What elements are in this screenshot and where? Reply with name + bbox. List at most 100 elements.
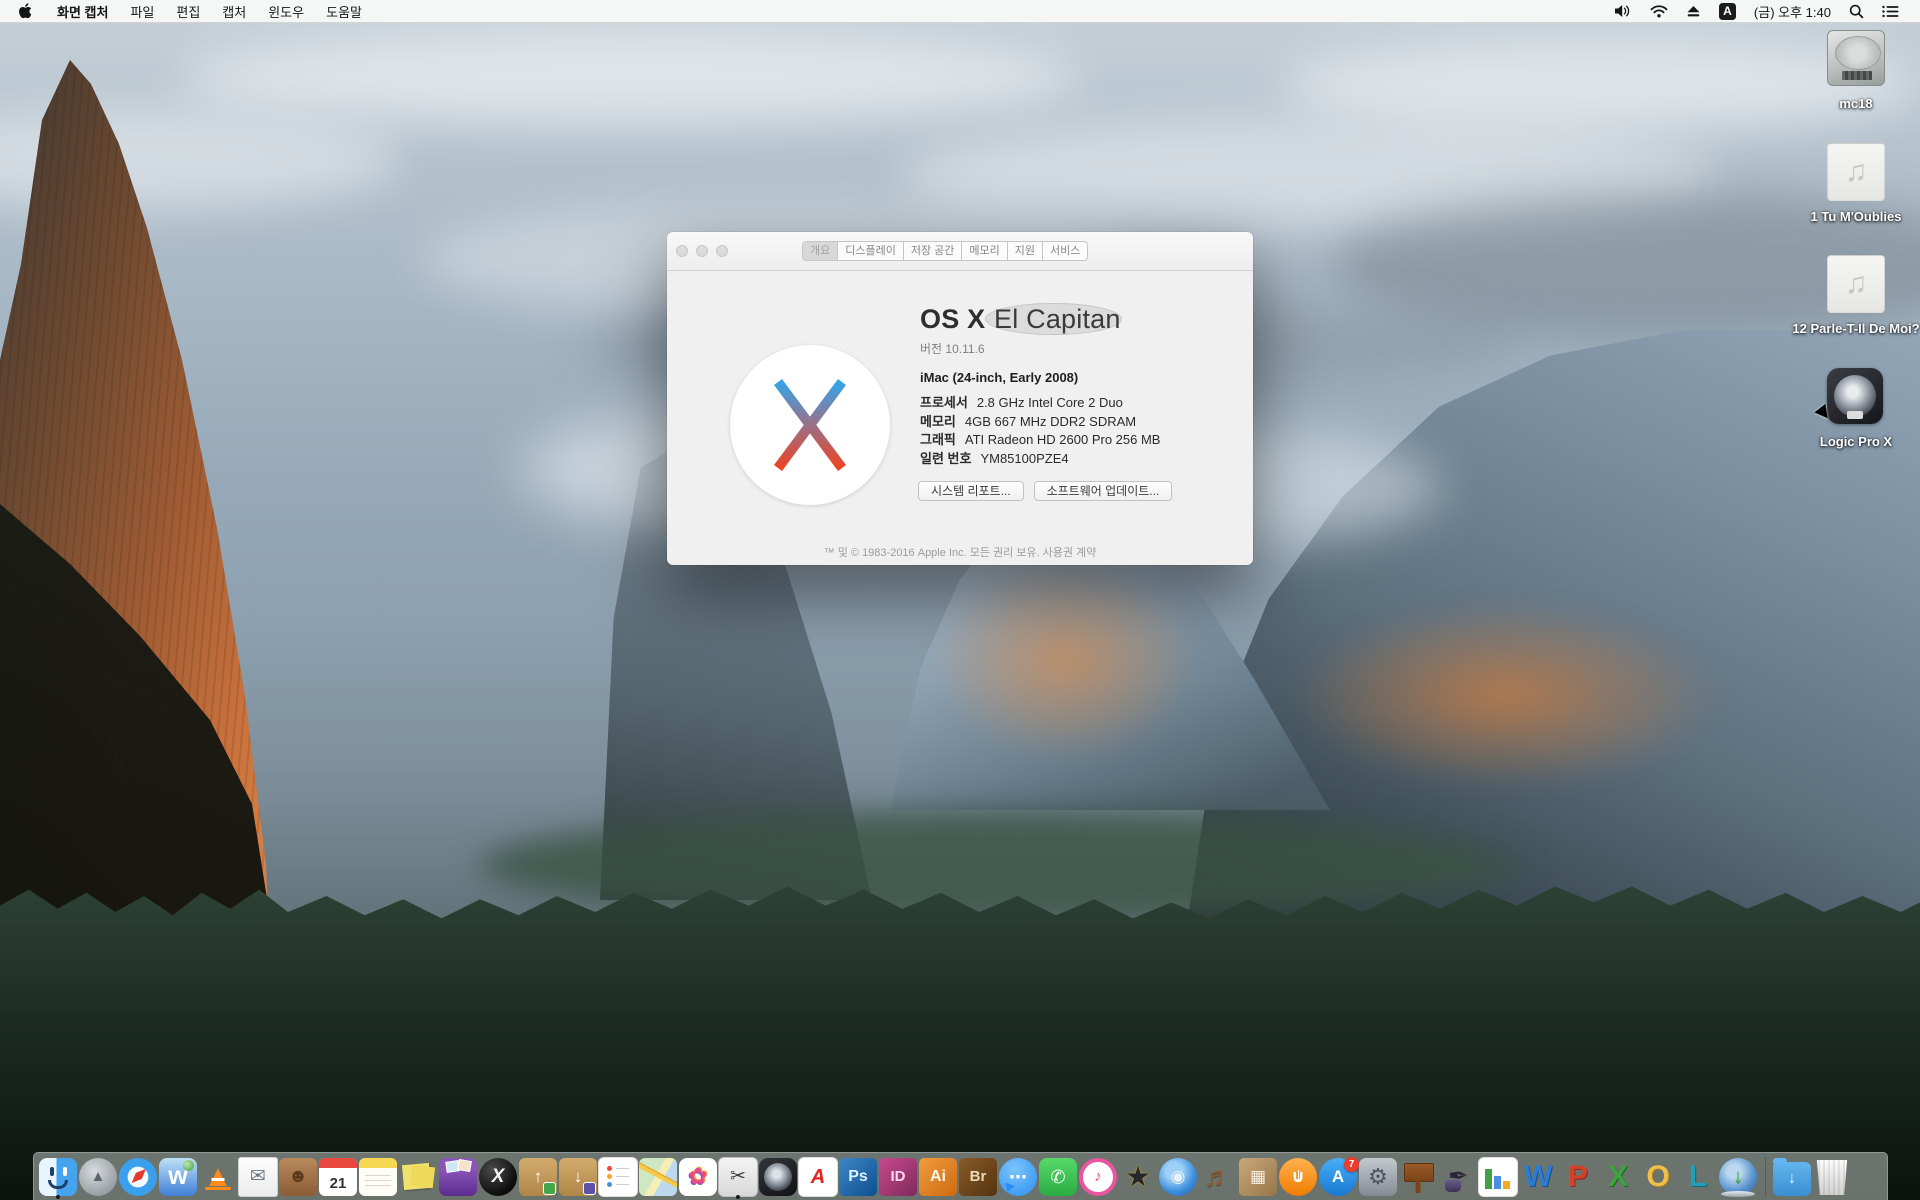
menu-item-help-menu[interactable]: 도움말 — [315, 0, 373, 22]
volume-icon — [1614, 4, 1632, 18]
dock-messages-icon[interactable]: ⋯ — [998, 1154, 1038, 1200]
menu-item-app-menu[interactable]: 화면 캡처 — [46, 0, 119, 22]
dock-idvd-icon[interactable]: ◉ — [1158, 1154, 1198, 1200]
cursor-arrow-icon — [1814, 404, 1837, 428]
copyright-text: ™ 및 © 1983-2016 Apple Inc. 모든 권리 보유. 사용권… — [667, 544, 1253, 560]
menu-bar: 화면 캡처파일편집캡처윈도우도움말 — [0, 0, 1920, 23]
spec-label: 메모리 — [920, 414, 956, 429]
menu-item-capture-menu[interactable]: 캡처 — [211, 0, 257, 22]
tab-storage[interactable]: 저장 공간 — [904, 242, 963, 260]
dock-trash-icon[interactable] — [1812, 1154, 1852, 1200]
tab-overview[interactable]: 개요 — [803, 242, 838, 260]
dock-lync-icon[interactable]: L — [1678, 1154, 1718, 1200]
dock-garageband-icon[interactable]: ♬ — [1198, 1154, 1238, 1200]
dock-logic-pro-icon[interactable] — [758, 1154, 798, 1200]
input-source-badge: A — [1719, 3, 1736, 20]
search-icon — [1849, 4, 1864, 19]
audio-icon: ♫ — [1826, 255, 1886, 313]
dock-keynote-icon[interactable] — [1398, 1154, 1438, 1200]
desktop-icon-mc18[interactable]: mc18 — [1790, 30, 1920, 111]
logic-icon — [1826, 368, 1886, 426]
minimize-button[interactable] — [696, 245, 708, 257]
spotlight-menu[interactable] — [1840, 0, 1873, 22]
tab-memory[interactable]: 메모리 — [962, 242, 1007, 260]
tab-displays[interactable]: 디스플레이 — [838, 242, 904, 260]
dock-contacts-icon[interactable]: ☻ — [278, 1154, 318, 1200]
logic-pro-icon — [1827, 368, 1883, 424]
volume-menu[interactable] — [1605, 0, 1641, 22]
dock-vlc-icon[interactable]: ▲ — [198, 1154, 238, 1200]
drive-icon — [1826, 30, 1886, 88]
input-source-menu[interactable]: A — [1710, 0, 1745, 22]
dock-launchpad-icon[interactable]: ▲ — [78, 1154, 118, 1200]
dock-itunes-icon[interactable]: ♪ — [1078, 1154, 1118, 1200]
dock-system-preferences-icon[interactable]: ⚙ — [1358, 1154, 1398, 1200]
dock-toast-icon[interactable] — [438, 1154, 478, 1200]
dock-bridge-icon[interactable]: Br — [958, 1154, 998, 1200]
desktop-icon-parle-t-il[interactable]: ♫12 Parle-T-Il De Moi? — [1790, 255, 1920, 336]
dock-mail-icon[interactable]: ✉ — [238, 1154, 278, 1200]
wifi-icon — [1650, 5, 1668, 18]
tab-support[interactable]: 지원 — [1008, 242, 1043, 260]
menu-item-edit-menu[interactable]: 편집 — [165, 0, 211, 22]
dock-reminders-icon[interactable] — [598, 1154, 638, 1200]
notification-badge: 7 — [1344, 1157, 1359, 1172]
menu-item-window-menu[interactable]: 윈도우 — [257, 0, 315, 22]
dock-safari-icon[interactable]: ◆ — [118, 1154, 158, 1200]
zoom-button[interactable] — [716, 245, 728, 257]
dock-dropstuff-icon[interactable]: ↓ — [558, 1154, 598, 1200]
dock-app-store-icon[interactable]: A7 — [1318, 1154, 1358, 1200]
dock-finder-icon[interactable] — [38, 1154, 78, 1200]
dock-illustrator-icon[interactable]: Ai — [918, 1154, 958, 1200]
dock-x-photo-app-icon[interactable]: X — [478, 1154, 518, 1200]
dock-pages-icon[interactable]: ✒ — [1438, 1154, 1478, 1200]
dock-facetime-icon[interactable]: ✆ — [1038, 1154, 1078, 1200]
desktop-icon-tu-moublies[interactable]: ♫1 Tu M'Oublies — [1790, 143, 1920, 224]
dock-web-download-app-icon[interactable]: ↓ — [1718, 1154, 1758, 1200]
spec-label: 그래픽 — [920, 432, 956, 447]
mac-model: iMac (24-inch, Early 2008) — [920, 370, 1078, 385]
dock-downloads-folder-icon[interactable]: ↓ — [1772, 1154, 1812, 1200]
system-report-button[interactable]: 시스템 리포트... — [918, 481, 1024, 501]
wifi-menu[interactable] — [1641, 0, 1677, 22]
dock-calendar-icon[interactable]: 21 — [318, 1154, 358, 1200]
window-titlebar[interactable]: 개요디스플레이저장 공간메모리지원서비스 — [667, 232, 1253, 271]
dock-divider — [1758, 1154, 1772, 1200]
dock-photos-icon[interactable]: ✿ — [678, 1154, 718, 1200]
eject-menu[interactable] — [1677, 0, 1710, 22]
about-tabs: 개요디스플레이저장 공간메모리지원서비스 — [802, 241, 1088, 261]
spec-label: 일련 번호 — [920, 451, 971, 466]
tab-service[interactable]: 서비스 — [1043, 242, 1087, 260]
dock-blue-w-app-icon[interactable]: w — [158, 1154, 198, 1200]
menu-item-file-menu[interactable]: 파일 — [119, 0, 165, 22]
desktop: 화면 캡처파일편집캡처윈도우도움말 — [0, 0, 1920, 1200]
dock-ibooks-icon[interactable]: ∪ — [1278, 1154, 1318, 1200]
dock-acrobat-icon[interactable]: A — [798, 1154, 838, 1200]
dock-stickies-icon[interactable] — [398, 1154, 438, 1200]
dock-screen-capture-icon[interactable]: ✂ — [718, 1154, 758, 1200]
dock-maps-icon[interactable] — [638, 1154, 678, 1200]
spec-value: 4GB 667 MHz DDR2 SDRAM — [965, 414, 1136, 429]
notification-center-icon — [1882, 5, 1899, 18]
audio-file-icon: ♫ — [1827, 255, 1885, 313]
dock-powerpoint-icon[interactable]: P — [1558, 1154, 1598, 1200]
dock-indesign-icon[interactable]: ID — [878, 1154, 918, 1200]
dock-word-icon[interactable]: W — [1518, 1154, 1558, 1200]
software-update-button[interactable]: 소프트웨어 업데이트... — [1034, 481, 1173, 501]
dock-numbers-icon[interactable] — [1478, 1154, 1518, 1200]
dock-notes-icon[interactable] — [358, 1154, 398, 1200]
spec-row: 그래픽ATI Radeon HD 2600 Pro 256 MB — [920, 429, 1160, 448]
dock-photo-collage-app-icon[interactable]: ▦ — [1238, 1154, 1278, 1200]
close-button[interactable] — [676, 245, 688, 257]
clock-menu[interactable]: (금) 오후 1:40 — [1745, 0, 1840, 22]
dock-stuffit-expander-icon[interactable]: ↑ — [518, 1154, 558, 1200]
desktop-icon-label: Logic Pro X — [1790, 434, 1920, 449]
apple-menu[interactable] — [0, 0, 46, 22]
about-buttons: 시스템 리포트... 소프트웨어 업데이트... — [918, 481, 1172, 501]
dock-photoshop-icon[interactable]: Ps — [838, 1154, 878, 1200]
dock-imovie-icon[interactable]: ★ — [1118, 1154, 1158, 1200]
dock-excel-icon[interactable]: X — [1598, 1154, 1638, 1200]
dock-outlook-icon[interactable]: O — [1638, 1154, 1678, 1200]
notification-center-menu[interactable] — [1873, 0, 1908, 22]
desktop-icon-logic-pro-x[interactable]: Logic Pro X — [1790, 368, 1920, 449]
